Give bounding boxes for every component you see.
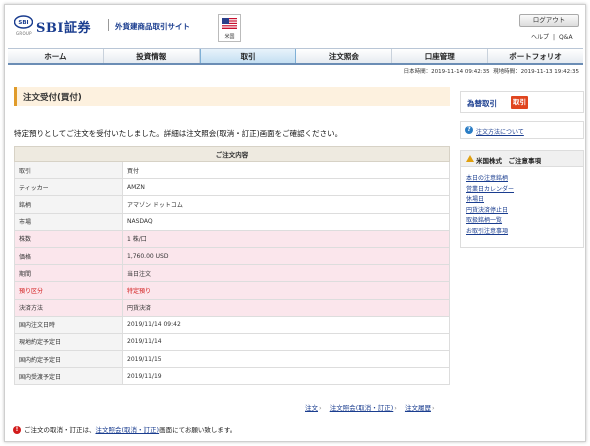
row-label: 決済方法 (14, 298, 123, 317)
brand-logo[interactable]: SBI証券 (36, 17, 91, 36)
row-label: 取引 (14, 160, 123, 180)
nav-order-inquiry[interactable]: 注文照会 (296, 49, 393, 63)
logout-button[interactable]: ログアウト (519, 14, 579, 27)
row-value: 1 株/口 (122, 229, 450, 248)
chevron-right-icon: › (431, 404, 435, 412)
row-value: 買付 (122, 160, 450, 180)
table-row: 市場 NASDAQ (14, 212, 450, 231)
table-row: 国内受渡予定日 2019/11/19 (14, 367, 450, 386)
nav-home[interactable]: ホーム (8, 49, 104, 63)
table-row: 預り区分 特定預り (14, 281, 450, 300)
caution-link-business-calendar[interactable]: 営業日カレンダー (466, 184, 581, 195)
table-row: ティッカー AMZN (14, 178, 450, 197)
page-title-bar: 注文受付(買付) (14, 87, 450, 106)
country-selector[interactable]: 米国 (218, 14, 241, 42)
nav-trade[interactable]: 取引 (199, 49, 297, 63)
fx-trade-link[interactable]: 為替取引 (467, 98, 497, 109)
row-label: 国内受渡予定日 (14, 367, 123, 386)
order-link[interactable]: 注文 (305, 404, 318, 412)
us-flag-icon (222, 18, 237, 29)
time-display: 日本時間：2019-11-14 09:42:35 現地時間：2019-11-13… (5, 67, 579, 77)
row-value: 2019/11/15 (122, 350, 450, 369)
order-help-box: ? 注文方法について (460, 121, 584, 139)
country-label: 米国 (224, 34, 235, 40)
table-row: 価格 1,760.00 USD (14, 246, 450, 266)
alert-icon: ! (13, 426, 21, 434)
table-row: 取引 買付 (14, 160, 450, 180)
chevron-right-icon: › (394, 404, 397, 412)
row-value: 当日注文 (122, 264, 450, 283)
row-value: AMZN (122, 178, 450, 197)
row-label: 国内注文日時 (14, 315, 123, 334)
table-row: 銘柄 アマゾン ドットコム (14, 195, 450, 214)
footer-order-inquiry-link[interactable]: 注文照会(取消・訂正) (96, 426, 160, 434)
footer-text-after: 画面にてお願い致します。 (159, 426, 237, 434)
row-value: 2019/11/14 09:42 (122, 315, 450, 334)
logo-divider (108, 19, 109, 31)
sbi-logo-mark-icon[interactable]: SBI (14, 15, 33, 29)
nav-account[interactable]: 口座管理 (392, 49, 489, 63)
order-method-link[interactable]: 注文方法について (476, 127, 524, 136)
table-row: 決済方法 円貨決済 (14, 298, 450, 317)
footer-note: ! ご注文の取消・訂正は、注文照会(取消・訂正)画面にてお願い致します。 (13, 424, 236, 434)
row-value: 特定預り (122, 281, 450, 300)
row-label: 国内約定予定日 (14, 350, 123, 369)
fx-trade-panel: 為替取引 取引 (460, 91, 584, 113)
help-links: ヘルプ | Q&A (529, 32, 575, 41)
row-label: 現地約定予定日 (14, 332, 123, 352)
row-label: 市場 (14, 212, 123, 231)
table-row: 現地約定予定日 2019/11/14 (14, 332, 450, 352)
caution-link-today-alerts[interactable]: 本日の注意銘柄 (466, 173, 581, 184)
caution-link-yen-settlement-stop[interactable]: 円貨決済停止日 (466, 205, 581, 216)
row-label: 期間 (14, 264, 123, 283)
row-value: 円貨決済 (122, 298, 450, 317)
page-frame: SBI GROUP SBI証券 外貨建商品取引サイト 米国 ログアウト ヘルプ |… (4, 4, 586, 442)
order-inquiry-link[interactable]: 注文照会(取消・訂正) (330, 404, 394, 412)
footer-text-before: ご注文の取消・訂正は、 (24, 426, 96, 434)
caution-panel: 米国株式 ご注意事項 本日の注意銘柄 営業日カレンダー 休場日 円貨決済停止日 … (460, 150, 584, 248)
caution-link-trading-notes[interactable]: お取引注意事項 (466, 226, 581, 237)
row-value: NASDAQ (122, 212, 450, 231)
row-label: 銘柄 (14, 195, 123, 214)
japan-time: 日本時間：2019-11-14 09:42:35 (403, 69, 490, 75)
order-table-header: ご注文内容 (14, 146, 450, 162)
order-details-table: ご注文内容 取引 買付 ティッカー AMZN 銘柄 アマゾン ドットコム 市場 NASD… (14, 146, 450, 386)
qa-link[interactable]: Q&A (559, 34, 573, 41)
row-label: 預り区分 (14, 281, 123, 300)
row-value: 1,760.00 USD (122, 246, 450, 266)
row-label: 株数 (14, 229, 123, 248)
caution-title: 米国株式 ご注意事項 (476, 157, 541, 165)
row-value: 2019/11/14 (122, 332, 450, 352)
row-value: アマゾン ドットコム (122, 195, 450, 214)
main-nav: ホーム 投資情報 取引 注文照会 口座管理 ポートフォリオ (8, 48, 583, 65)
row-value: 2019/11/19 (122, 367, 450, 386)
row-label: ティッカー (14, 178, 123, 197)
nav-investment-info[interactable]: 投資情報 (103, 49, 200, 63)
caution-links: 本日の注意銘柄 営業日カレンダー 休場日 円貨決済停止日 取扱銘柄一覧 お取引注… (466, 173, 581, 236)
row-label: 価格 (14, 246, 123, 266)
nav-portfolio[interactable]: ポートフォリオ (488, 49, 583, 63)
table-row: 国内注文日時 2019/11/14 09:42 (14, 315, 450, 334)
page-title: 注文受付(買付) (23, 93, 82, 103)
help-link[interactable]: ヘルプ (531, 34, 549, 41)
caution-header: 米国株式 ご注意事項 (461, 151, 583, 167)
site-name: 外貨建商品取引サイト (115, 22, 190, 31)
header: SBI GROUP SBI証券 外貨建商品取引サイト 米国 ログアウト ヘルプ |… (5, 5, 585, 45)
caution-link-stock-list[interactable]: 取扱銘柄一覧 (466, 215, 581, 226)
fx-trade-button[interactable]: 取引 (511, 96, 528, 109)
caution-link-holidays[interactable]: 休場日 (466, 194, 581, 205)
bottom-links: 注文› 注文照会(取消・訂正)› 注文履歴› (305, 402, 441, 412)
warning-icon (466, 155, 474, 162)
table-row: 期間 当日注文 (14, 264, 450, 283)
svg-text:SBI: SBI (18, 20, 28, 26)
order-history-link[interactable]: 注文履歴 (405, 404, 431, 412)
chevron-right-icon: › (319, 404, 322, 412)
local-time: 現地時間：2019-11-13 19:42:35 (493, 69, 579, 75)
logo-group-text: GROUP (16, 31, 32, 36)
question-icon: ? (465, 126, 473, 134)
help-separator: | (553, 34, 556, 41)
confirmation-message: 特定預りとしてご注文を受付いたしました。詳細は注文照会(取消・訂正)画面をご確認… (14, 129, 343, 138)
table-row: 株数 1 株/口 (14, 229, 450, 248)
table-row: 国内約定予定日 2019/11/15 (14, 350, 450, 369)
